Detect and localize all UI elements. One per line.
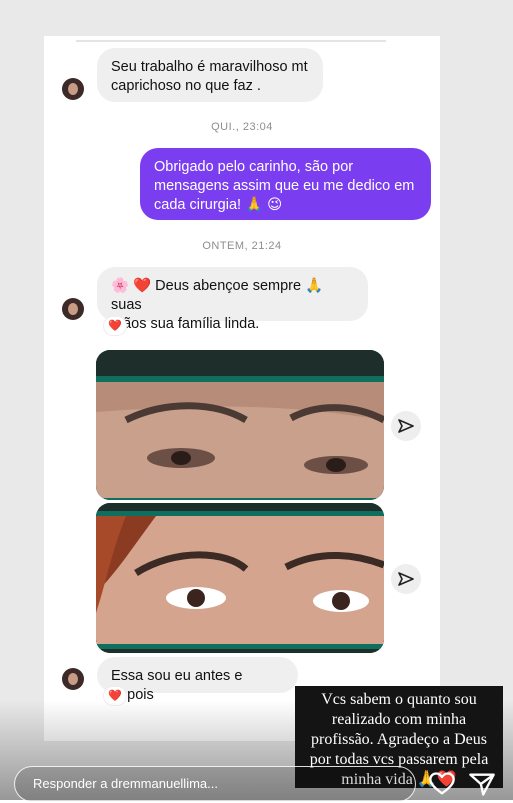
message-line: Obrigado pelo carinho, são por — [154, 159, 354, 175]
avatar — [62, 78, 84, 100]
top-divider — [76, 40, 386, 42]
heart-icon — [429, 772, 455, 795]
paper-plane-icon — [469, 773, 495, 796]
timestamp: ONTEM, 21:24 — [202, 240, 282, 252]
send-icon — [398, 572, 414, 586]
send-icon — [398, 419, 414, 433]
timestamp: QUI., 23:04 — [211, 121, 273, 133]
share-button[interactable] — [391, 564, 421, 594]
heart-reaction: ❤️ — [104, 317, 126, 335]
incoming-message: Seu trabalho é maravilhoso mt caprichoso… — [97, 48, 323, 102]
send-button[interactable] — [468, 770, 496, 798]
after-photo-image — [96, 503, 384, 653]
caption-line: profissão. Agradeço a Deus — [311, 731, 487, 748]
incoming-message: 🌸 ❤️ Deus abençoe sempre 🙏 suas mãos sua… — [97, 267, 368, 332]
avatar — [62, 668, 84, 690]
outgoing-message: Obrigado pelo carinho, são por mensagens… — [140, 148, 431, 220]
after-photo[interactable] — [96, 503, 384, 653]
share-button[interactable] — [391, 411, 421, 441]
caption-line: Vcs sabem o quanto sou — [321, 691, 477, 708]
caption-line: realizado com minha — [331, 711, 467, 728]
message-line: caprichoso no que faz . — [111, 78, 261, 94]
reply-placeholder: Responder a dremmanuellima... — [33, 776, 218, 791]
before-photo[interactable] — [96, 350, 384, 500]
avatar — [62, 298, 84, 320]
message-line: mensagens assim que eu me dedico em — [154, 178, 415, 194]
reply-input[interactable]: Responder a dremmanuellima... — [14, 766, 416, 802]
message-line: cada cirurgia! 🙏 😉 — [154, 197, 283, 213]
message-line: mãos sua família linda. — [111, 316, 260, 332]
like-button[interactable] — [428, 770, 456, 798]
before-photo-image — [96, 350, 384, 500]
message-line: 🌸 ❤️ Deus abençoe sempre 🙏 suas — [111, 278, 324, 313]
incoming-message: Essa sou eu antes e depois — [97, 657, 298, 703]
message-line: Seu trabalho é maravilhoso mt — [111, 59, 308, 75]
